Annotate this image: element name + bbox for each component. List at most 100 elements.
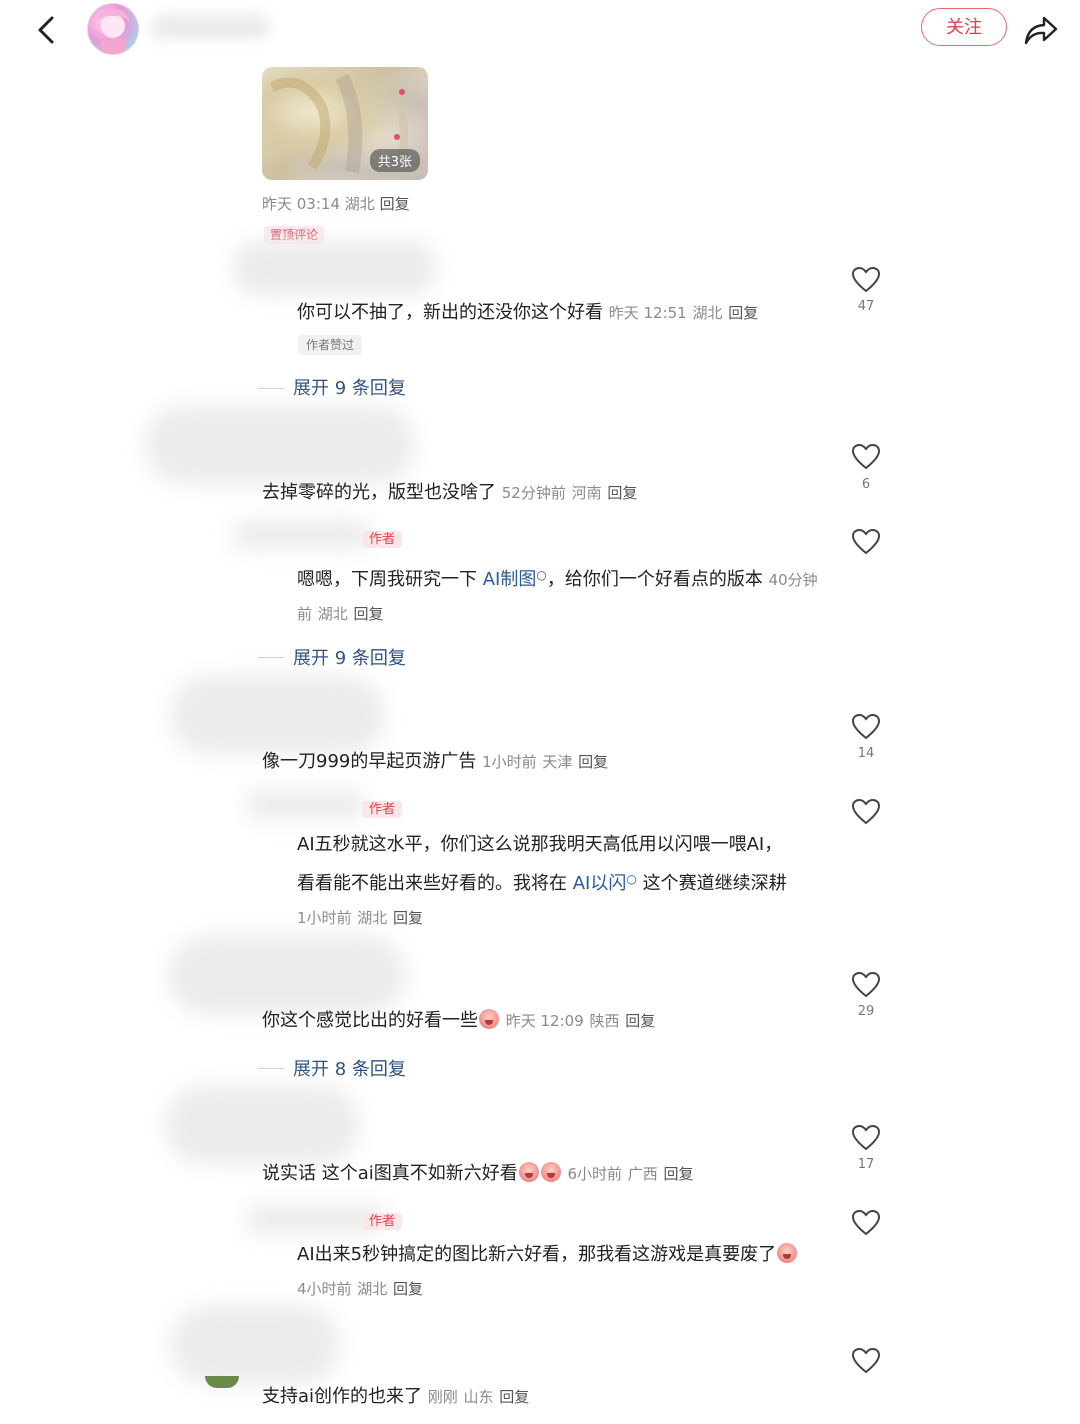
commenter-redacted xyxy=(168,935,406,1015)
liked-by-author-label: 作者赞过 xyxy=(298,335,363,355)
reply-text-line2: 看看能不能出来些好看的。我将在 AI以闪○ 这个赛道继续深耕 xyxy=(297,862,837,901)
heart-icon xyxy=(851,266,881,293)
like-button[interactable] xyxy=(851,1123,881,1157)
reply-time: 4小时前 xyxy=(297,1280,352,1298)
search-link-ai-image[interactable]: AI制图 xyxy=(483,569,537,590)
expand-divider xyxy=(258,1068,284,1069)
comment-time: 刚刚 xyxy=(427,1388,458,1406)
commenter-redacted xyxy=(165,1085,360,1165)
search-icon: ○ xyxy=(536,568,547,582)
search-link-ai-flash[interactable]: AI以闪 xyxy=(573,873,627,894)
expand-replies-button[interactable]: 展开 9 条回复 xyxy=(293,374,406,400)
comment-5-text: 说实话 这个ai图真不如新六好看 6小时前 广西 回复 xyxy=(262,1157,694,1191)
reply-text: ，给你们一个好看点的版本 xyxy=(546,569,769,590)
author-tag: 作者 xyxy=(362,798,403,818)
comment-location: 陕西 xyxy=(589,1012,620,1030)
author-label: 作者 xyxy=(362,531,403,548)
comment-text: 你这个感觉比出的好看一些 xyxy=(262,1010,478,1031)
heart-icon xyxy=(851,971,881,998)
author-reply-text: 嗯嗯，下周我研究一下 AI制图○，给你们一个好看点的版本 40分钟前 湖北 回复 xyxy=(297,558,827,631)
author-tag: 作者 xyxy=(362,528,403,548)
comment-1-text: 你可以不抽了，新出的还没你这个好看 昨天 12:51 湖北 回复 xyxy=(297,296,758,330)
reply-link[interactable]: 回复 xyxy=(354,605,384,623)
author-tag: 作者 xyxy=(362,1210,403,1230)
comment-time: 1小时前 xyxy=(482,753,537,771)
like-button[interactable] xyxy=(851,1346,881,1380)
post-location: 湖北 xyxy=(344,195,375,213)
comment-text: 像一刀999的早起页游广告 xyxy=(262,751,477,772)
commenter-redacted xyxy=(145,405,415,485)
crying-emoji-icon xyxy=(540,1162,561,1182)
post-time: 昨天 03:14 xyxy=(262,195,340,213)
post-reply-link[interactable]: 回复 xyxy=(380,195,410,213)
comment-6-text: 支持ai创作的也来了 刚刚 山东 回复 xyxy=(262,1380,529,1414)
like-count: 47 xyxy=(857,299,875,314)
comment-time: 昨天 12:09 xyxy=(505,1012,584,1030)
author-reply-text: AI出来5秒钟搞定的图比新六好看，那我看这游戏是真要废了 4小时前 湖北 回复 xyxy=(297,1238,837,1306)
reply-location: 湖北 xyxy=(357,1280,388,1298)
back-button[interactable] xyxy=(28,10,68,50)
expand-divider xyxy=(258,657,284,658)
heart-icon xyxy=(851,1347,881,1374)
like-button[interactable] xyxy=(851,712,881,746)
heart-icon xyxy=(851,528,881,555)
like-button[interactable] xyxy=(851,265,881,299)
username-redacted xyxy=(150,14,270,40)
reply-time: 1小时前 xyxy=(297,909,352,927)
like-button[interactable] xyxy=(851,527,881,561)
comment-location: 湖北 xyxy=(692,304,723,322)
comment-time: 昨天 12:51 xyxy=(608,304,687,322)
like-button[interactable] xyxy=(851,1208,881,1242)
reply-text: 嗯嗯，下周我研究一下 xyxy=(297,569,483,590)
reply-location: 湖北 xyxy=(357,909,388,927)
reply-link[interactable]: 回复 xyxy=(499,1388,529,1406)
like-button[interactable] xyxy=(851,970,881,1004)
like-count: 17 xyxy=(857,1157,875,1172)
like-button[interactable] xyxy=(851,442,881,476)
replier-redacted xyxy=(232,520,372,550)
expand-replies-button[interactable]: 展开 8 条回复 xyxy=(293,1055,406,1081)
reply-text-line1: AI五秒就这水平，你们这么说那我明天高低用以闪喂一喂AI， xyxy=(297,834,783,855)
comment-time: 6小时前 xyxy=(567,1165,623,1183)
comment-location: 天津 xyxy=(542,753,573,771)
comment-text: 你可以不抽了，新出的还没你这个好看 xyxy=(297,302,603,323)
comment-location: 广西 xyxy=(627,1165,658,1183)
author-label: 作者 xyxy=(362,1213,403,1230)
comment-text: 说实话 这个ai图真不如新六好看 xyxy=(262,1163,518,1184)
commenter-redacted xyxy=(170,1305,340,1385)
heart-icon xyxy=(851,713,881,740)
commenter-avatar[interactable] xyxy=(205,1376,239,1388)
reply-link[interactable]: 回复 xyxy=(393,1280,423,1298)
reply-link[interactable]: 回复 xyxy=(664,1165,694,1183)
comment-3-text: 像一刀999的早起页游广告 1小时前 天津 回复 xyxy=(262,745,608,779)
share-icon xyxy=(1024,16,1058,45)
reply-link[interactable]: 回复 xyxy=(393,909,423,927)
comment-location: 河南 xyxy=(571,484,602,502)
reply-location: 湖北 xyxy=(317,605,348,623)
image-count-badge: 共3张 xyxy=(369,149,420,172)
reply-link[interactable]: 回复 xyxy=(625,1012,655,1030)
author-avatar[interactable] xyxy=(87,3,139,55)
post-image-thumbnail[interactable]: 共3张 xyxy=(262,67,428,180)
author-reply-text: AI五秒就这水平，你们这么说那我明天高低用以闪喂一喂AI， 看看能不能出来些好看… xyxy=(297,828,837,935)
commenter-redacted xyxy=(232,240,437,296)
like-count: 6 xyxy=(861,477,871,492)
comment-text: 去掉零碎的光，版型也没啥了 xyxy=(262,482,496,503)
like-button[interactable] xyxy=(851,797,881,831)
comment-2-text: 去掉零碎的光，版型也没啥了 52分钟前 河南 回复 xyxy=(262,476,637,510)
reply-text: AI出来5秒钟搞定的图比新六好看，那我看这游戏是真要废了 xyxy=(297,1244,777,1265)
reply-link[interactable]: 回复 xyxy=(728,304,758,322)
like-count: 29 xyxy=(857,1004,875,1019)
post-meta: 昨天 03:14 湖北 回复 xyxy=(262,193,410,214)
search-icon: ○ xyxy=(626,872,637,886)
share-button[interactable] xyxy=(1020,10,1060,50)
author-label: 作者 xyxy=(362,801,403,818)
follow-button[interactable]: 关注 xyxy=(921,8,1007,46)
reply-link[interactable]: 回复 xyxy=(578,753,608,771)
expand-divider xyxy=(258,388,284,389)
heart-icon xyxy=(851,798,881,825)
reply-link[interactable]: 回复 xyxy=(607,484,637,502)
crying-emoji-icon xyxy=(518,1162,539,1182)
comment-time: 52分钟前 xyxy=(501,484,566,502)
expand-replies-button[interactable]: 展开 9 条回复 xyxy=(293,644,406,670)
